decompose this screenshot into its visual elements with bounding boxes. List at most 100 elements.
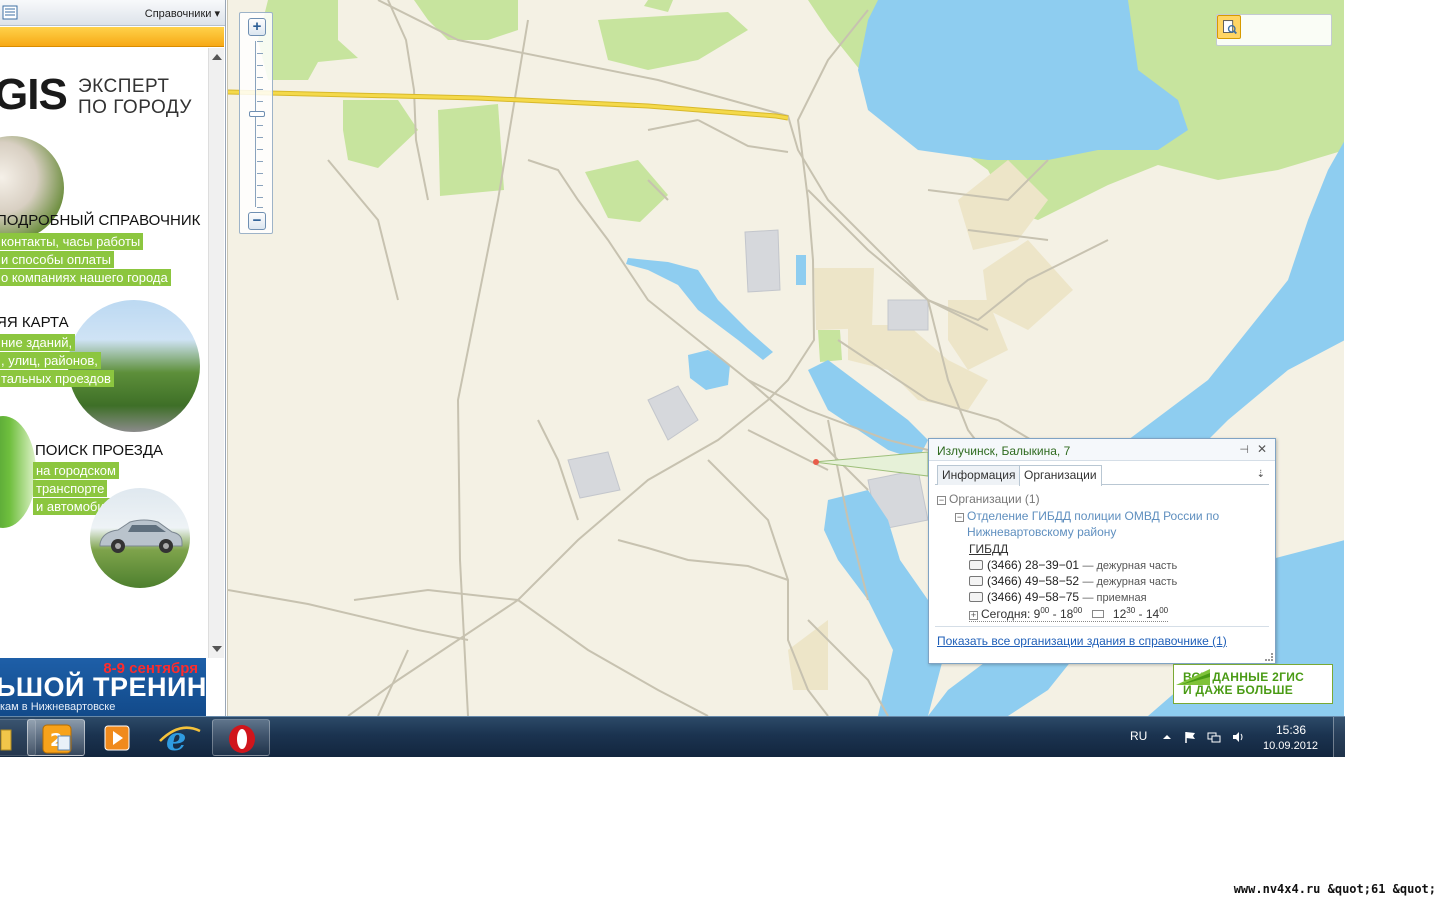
zoom-slider[interactable] [255,41,263,208]
phone-row: (3466) 28−39−01 — дежурная часть [969,558,1177,572]
break-start-minute: 30 [1126,606,1136,615]
organization-name: Отделение ГИБДД полиции ОМВД России по Н… [967,509,1220,539]
bus-photo [0,416,36,528]
media-player-icon [104,725,130,751]
all-data-banner[interactable]: ВСЕ ДАННЫЕ 2ГИС И ДАЖЕ БОЛЬШЕ [1173,664,1333,704]
phone-row: (3466) 49−58−75 — приемная [969,590,1147,604]
organizations-group-label: Организации (1) [949,492,1040,506]
phone-number: (3466) 28−39−01 [987,558,1080,572]
phone-note: — дежурная часть [1082,560,1178,572]
working-hours[interactable]: + Сегодня: 900 - 1800 1230 - 1400 [969,606,1169,622]
training-banner[interactable]: 8-9 сентября ЬШОЙ ТРЕНИНГ кам в Нижневар… [0,658,222,716]
reference-panel: Справочники ▾ GIS ЭКСПЕРТ ПО ГОРОДУ ПОДР… [0,0,226,716]
popup-tabs: Информация Организации ⇣ [935,463,1269,486]
forest-areas [258,0,1344,362]
map-toolbar [1216,14,1332,46]
ad-section2-line1: ние зданий, [0,334,76,351]
list-icon[interactable] [2,5,18,20]
break-start-hour: 12 [1112,607,1127,621]
network-icon[interactable] [1207,730,1221,744]
popup-pointer [813,451,929,477]
panel-scrollbar[interactable] [208,48,224,658]
building-marker-icon[interactable] [813,459,819,465]
zoom-handle[interactable] [249,111,265,118]
collapse-icon[interactable]: − [937,496,946,505]
popup-header: Излучинск, Балыкина, 7 ⊣ ✕ [929,439,1275,461]
break-icon [1091,610,1104,618]
expand-icon[interactable]: + [969,611,978,620]
collapse-icon[interactable]: − [955,513,964,522]
clock-date[interactable]: 10.09.2012 [1263,740,1318,752]
zoom-control: + − [239,12,273,234]
break-end-hour: 14 [1145,607,1160,621]
phone-icon [969,560,983,570]
popup-menu-icon[interactable]: ⇣ [1257,469,1265,480]
scroll-down-icon[interactable] [212,646,222,652]
directories-dropdown[interactable]: Справочники ▾ [145,7,220,20]
hours-label: Сегодня: [981,607,1031,621]
taskbar-2gis[interactable]: 2 [27,719,85,756]
action-center-flag-icon[interactable] [1183,730,1197,744]
rubric-link[interactable]: ГИБДД [969,542,1008,556]
advert-banner[interactable]: GIS ЭКСПЕРТ ПО ГОРОДУ ПОДРОБНЫЙ СПРАВОЧН… [0,48,208,658]
close-icon[interactable]: ✕ [1257,442,1267,456]
ad-slogan: ЭКСПЕРТ ПО ГОРОДУ [78,76,192,118]
popup-address: Излучинск, Балыкина, 7 [937,444,1071,458]
windows-taskbar: 2 e RU 15:36 10.09.2012 [0,716,1345,758]
ad-section1-title: ПОДРОБНЫЙ СПРАВОЧНИК [0,212,201,229]
car-icon [99,519,183,553]
phone-number: (3466) 49−58−52 [987,574,1080,588]
organizations-group[interactable]: − Организации (1) [937,492,1040,506]
car-photo [90,488,190,588]
city-map[interactable]: + − Излучинск, Балыкина, 7 ⊣ ✕ Информаци… [227,0,1344,716]
ad-slogan-line2: ПО ГОРОДУ [78,97,192,118]
organizations-count: (1) [1212,634,1227,648]
2gis-logo: GIS [0,70,68,119]
show-desktop-button[interactable] [1333,717,1345,757]
clock-time[interactable]: 15:36 [1276,723,1306,737]
organization-item[interactable]: − Отделение ГИБДД полиции ОМВД России по … [955,508,1255,540]
popup-divider [935,626,1269,627]
tab-information[interactable]: Информация [937,465,1021,485]
chevron-down-icon: ▾ [214,8,220,20]
show-all-organizations-label: Показать все организации здания в справо… [937,634,1209,648]
svg-text:e: e [166,720,186,756]
phone-icon [969,576,983,586]
ad-section1-line3: о компаниях нашего города [0,269,171,286]
pin-icon[interactable]: ⊣ [1239,443,1249,456]
directories-label: Справочники [144,8,212,20]
tab-organizations[interactable]: Организации [1019,465,1102,486]
language-indicator[interactable]: RU [1130,729,1147,743]
ad-section3-title: ПОИСК ПРОЕЗДА [35,442,163,459]
zoom-in-button[interactable]: + [248,18,266,36]
close-minute: 00 [1073,606,1083,615]
phone-note: — дежурная часть [1082,576,1178,588]
taskbar-opera[interactable] [212,719,270,756]
show-all-organizations-link[interactable]: Показать все организации здания в справо… [937,634,1227,648]
print-icon[interactable] [1217,15,1241,39]
resize-grip-icon[interactable] [1265,653,1273,661]
break-end-minute: 00 [1159,606,1169,615]
opera-icon [229,725,255,753]
taskbar-internet-explorer[interactable]: e [150,719,208,758]
panel-header: Справочники ▾ [0,0,225,26]
ad-section2-title: ЯЯ КАРТА [0,314,69,331]
building-info-popup: Излучинск, Балыкина, 7 ⊣ ✕ Информация Ор… [928,438,1276,664]
ad-section3-line2: транспорте [33,480,108,497]
zoom-out-button[interactable]: − [248,212,266,230]
fax-icon [969,592,983,602]
phone-row: (3466) 49−58−52 — дежурная часть [969,574,1177,588]
ad-section2-line3: тальных проездов [0,370,114,387]
scroll-up-icon[interactable] [212,54,222,60]
2gis-icon: 2 [42,724,72,754]
volume-icon[interactable] [1231,730,1245,744]
ad-slogan-line1: ЭКСПЕРТ [78,76,170,97]
taskbar-media-player[interactable] [88,719,146,756]
show-hidden-icons-icon[interactable] [1160,730,1174,744]
banner-subtitle: кам в Нижневартовске [0,701,116,713]
desktop-screen: Справочники ▾ GIS ЭКСПЕРТ ПО ГОРОДУ ПОДР… [0,0,1440,900]
orange-strip [0,27,224,47]
banner-title: ЬШОЙ ТРЕНИНГ [0,672,223,702]
watermark-text: www.nv4x4.ru &quot;61 &quot; [1233,882,1436,896]
arrow-up-icon [1176,669,1210,685]
